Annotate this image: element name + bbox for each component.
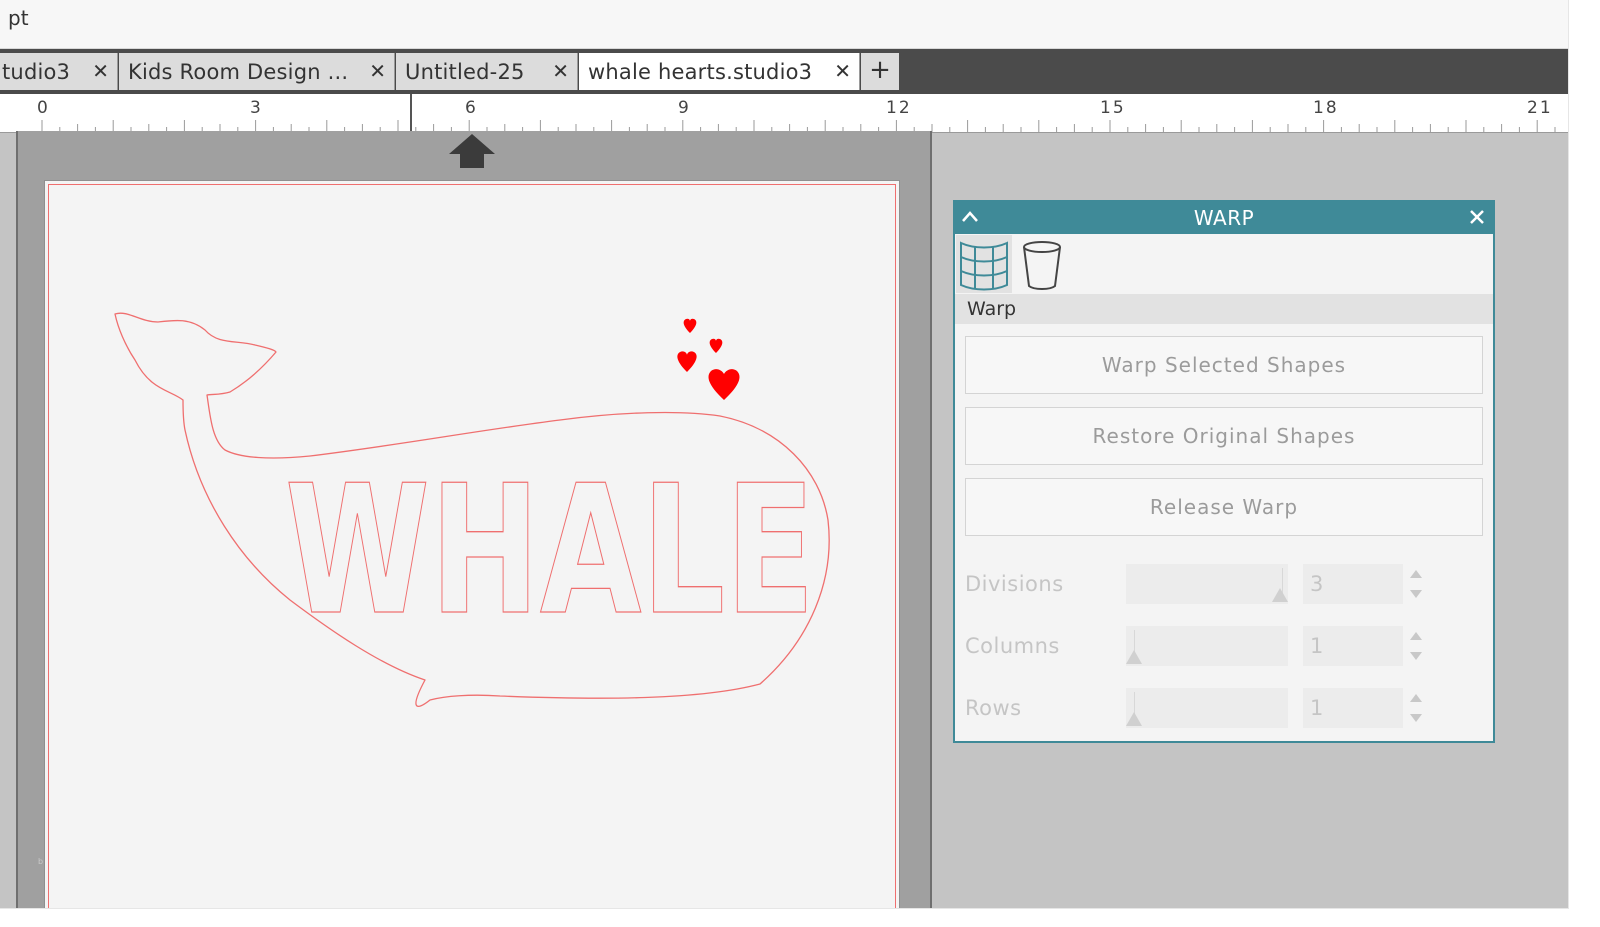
ruler-label: 15 <box>1100 98 1126 118</box>
divisions-slider[interactable] <box>1126 564 1288 604</box>
warp-grid-tool-button[interactable] <box>956 235 1012 293</box>
feed-direction-arrow-icon <box>449 134 495 168</box>
tab-close-icon[interactable]: ✕ <box>369 59 386 83</box>
page-mark: b <box>38 857 44 866</box>
ruler-label: 21 <box>1527 98 1553 118</box>
slider-thumb[interactable] <box>1126 650 1142 664</box>
tab-label: whale hearts.studio3 <box>588 60 813 84</box>
top-bar-text: pt <box>8 6 29 30</box>
tab-label: tudio3 <box>2 60 71 84</box>
tab-close-icon[interactable]: ✕ <box>92 59 109 83</box>
tab-kids-room-design[interactable]: Kids Room Design ... ✕ <box>119 53 395 90</box>
horizontal-ruler: 0 3 6 9 12 15 18 21 <box>0 94 1568 133</box>
ruler-label: 3 <box>250 98 263 118</box>
restore-original-shapes-button[interactable]: Restore Original Shapes <box>965 407 1483 465</box>
rows-label: Rows <box>965 696 1022 720</box>
warp-selected-shapes-button[interactable]: Warp Selected Shapes <box>965 336 1483 394</box>
app-window: pt tudio3 ✕ Kids Room Design ... ✕ Untit… <box>0 0 1569 909</box>
tab-label: Kids Room Design ... <box>128 60 349 84</box>
warp-section-header: Warp <box>955 294 1493 324</box>
tab-close-icon[interactable]: ✕ <box>834 59 851 83</box>
tab-untitled-25[interactable]: Untitled-25 ✕ <box>396 53 578 90</box>
tab-studio3[interactable]: tudio3 ✕ <box>0 53 118 90</box>
ruler-label: 12 <box>886 98 912 118</box>
divisions-stepper[interactable] <box>1409 564 1423 604</box>
columns-slider[interactable] <box>1126 626 1288 666</box>
tab-label: Untitled-25 <box>405 60 525 84</box>
warp-panel-title: WARP <box>1193 206 1255 230</box>
rows-field[interactable]: 1 <box>1303 688 1403 728</box>
slider-thumb[interactable] <box>1272 588 1288 602</box>
ruler-label: 0 <box>37 98 50 118</box>
columns-label: Columns <box>965 634 1060 658</box>
document-tab-bar: tudio3 ✕ Kids Room Design ... ✕ Untitled… <box>0 49 1568 94</box>
divisions-field[interactable]: 3 <box>1303 564 1403 604</box>
tab-close-icon[interactable]: ✕ <box>552 59 569 83</box>
tab-whale-hearts[interactable]: whale hearts.studio3 ✕ <box>579 53 860 90</box>
divisions-label: Divisions <box>965 572 1064 596</box>
rows-slider[interactable] <box>1126 688 1288 728</box>
warp-grid-icon <box>960 241 1008 291</box>
release-warp-button[interactable]: Release Warp <box>965 478 1483 536</box>
slider-thumb[interactable] <box>1126 712 1142 726</box>
rows-stepper[interactable] <box>1409 688 1423 728</box>
whale-text[interactable]: WHALE <box>284 446 815 654</box>
ruler-label: 9 <box>678 98 691 118</box>
bucket-tool-button[interactable] <box>1014 235 1070 293</box>
top-bar: pt <box>0 0 1568 49</box>
new-tab-button[interactable]: + <box>861 53 899 90</box>
bucket-icon <box>1023 241 1061 290</box>
ruler-label: 6 <box>465 98 478 118</box>
close-icon[interactable] <box>1467 207 1487 227</box>
warp-panel: WARP Warp Warp Selected Shapes Restore O… <box>953 200 1495 743</box>
columns-stepper[interactable] <box>1409 626 1423 666</box>
warp-tool-row <box>955 234 1493 294</box>
warp-section-label: Warp <box>967 298 1017 320</box>
ruler-label: 18 <box>1313 98 1339 118</box>
columns-field[interactable]: 1 <box>1303 626 1403 666</box>
warp-panel-header: WARP <box>955 202 1493 234</box>
